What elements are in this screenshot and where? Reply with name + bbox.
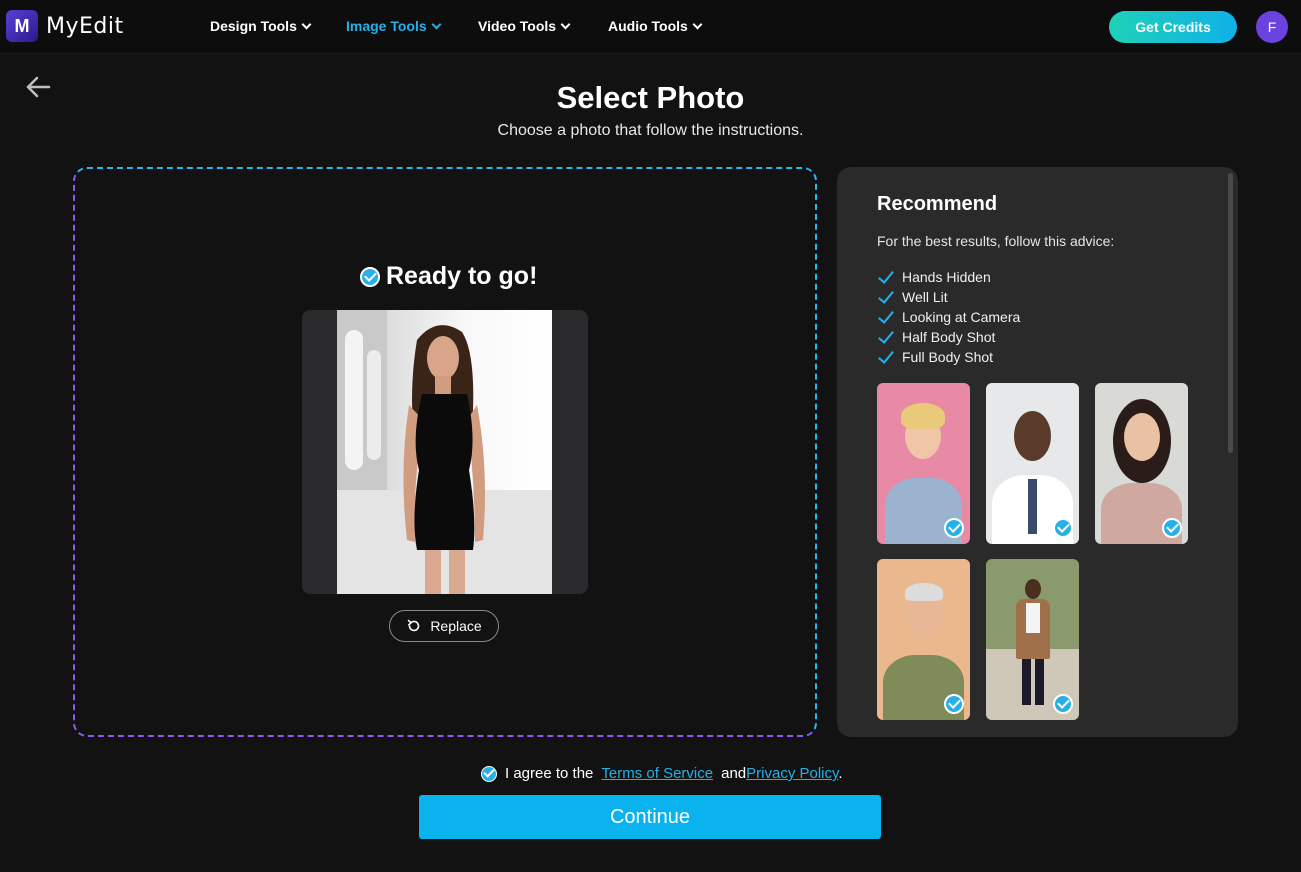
replace-button-label: Replace <box>430 618 482 634</box>
check-circle-icon <box>360 266 380 287</box>
nav-audio-tools-label: Audio Tools <box>608 18 688 34</box>
recommend-advice: For the best results, follow this advice… <box>877 233 1115 249</box>
chevron-down-icon <box>560 19 571 29</box>
terms-of-service-link[interactable]: Terms of Service <box>601 765 713 782</box>
list-item: Hands Hidden <box>877 267 1020 287</box>
recommend-title: Recommend <box>877 193 998 215</box>
list-item-label: Half Body Shot <box>902 329 996 345</box>
check-circle-icon <box>944 694 964 714</box>
list-item: Half Body Shot <box>877 327 1020 347</box>
agree-period: . <box>838 765 843 782</box>
list-item-label: Full Body Shot <box>902 349 994 365</box>
chevron-down-icon <box>301 19 312 29</box>
checkmark-icon <box>877 289 895 305</box>
logo-mark-icon: M <box>6 10 38 42</box>
check-circle-icon <box>1053 518 1073 538</box>
list-item: Looking at Camera <box>877 307 1020 327</box>
undo-icon <box>408 619 420 632</box>
replace-button[interactable]: Replace <box>389 610 499 642</box>
example-photo-man-coat <box>986 559 1079 720</box>
nav-design-tools[interactable]: Design Tools <box>210 18 312 34</box>
photo-preview <box>302 310 588 594</box>
example-photo-woman-pink <box>1095 383 1188 544</box>
checkmark-icon <box>877 269 895 285</box>
checkmark-icon <box>877 329 895 345</box>
uploaded-photo <box>337 310 552 594</box>
example-photo-woman-sweater <box>877 383 970 544</box>
privacy-policy-link[interactable]: Privacy Policy <box>746 765 838 782</box>
nav-image-tools[interactable]: Image Tools <box>346 18 442 34</box>
terms-agreement: I agree to the Terms of Service and Priv… <box>481 765 843 782</box>
agree-and: and <box>721 765 747 782</box>
check-circle-icon <box>1162 518 1182 538</box>
list-item-label: Well Lit <box>902 289 948 305</box>
nav-audio-tools[interactable]: Audio Tools <box>608 18 703 34</box>
page-subtitle: Choose a photo that follow the instructi… <box>497 122 804 139</box>
nav-video-tools[interactable]: Video Tools <box>478 18 571 34</box>
list-item-label: Hands Hidden <box>902 269 991 285</box>
chevron-down-icon <box>692 19 703 29</box>
continue-button[interactable]: Continue <box>419 795 881 839</box>
example-photo-older-man <box>877 559 970 720</box>
recommend-panel: Recommend For the best results, follow t… <box>837 167 1238 737</box>
agree-checkbox[interactable] <box>481 765 497 782</box>
get-credits-button[interactable]: Get Credits <box>1109 11 1237 43</box>
recommend-list: Hands Hidden Well Lit Looking at Camera … <box>877 267 1020 367</box>
logo-text: MyEdit <box>46 13 124 39</box>
ready-status: Ready to go! <box>360 262 537 291</box>
agree-prefix: I agree to the <box>505 765 594 782</box>
check-circle-icon <box>944 518 964 538</box>
ready-status-text: Ready to go! <box>386 262 538 290</box>
nav-video-tools-label: Video Tools <box>478 18 557 34</box>
user-avatar[interactable]: F <box>1256 11 1288 43</box>
chevron-down-icon <box>431 19 442 29</box>
nav-design-tools-label: Design Tools <box>210 18 297 34</box>
panel-scrollbar[interactable] <box>1228 173 1233 453</box>
example-photo-doctor <box>986 383 1079 544</box>
check-circle-icon <box>1053 694 1073 714</box>
list-item: Well Lit <box>877 287 1020 307</box>
list-item-label: Looking at Camera <box>902 309 1021 325</box>
checkmark-icon <box>877 349 895 365</box>
nav-image-tools-label: Image Tools <box>346 18 427 34</box>
page-title: Select Photo <box>556 80 745 115</box>
myedit-logo[interactable]: M MyEdit <box>6 10 124 42</box>
top-nav-bar: M MyEdit Design Tools Image Tools Video … <box>0 0 1301 54</box>
list-item: Full Body Shot <box>877 347 1020 367</box>
checkmark-icon <box>877 309 895 325</box>
